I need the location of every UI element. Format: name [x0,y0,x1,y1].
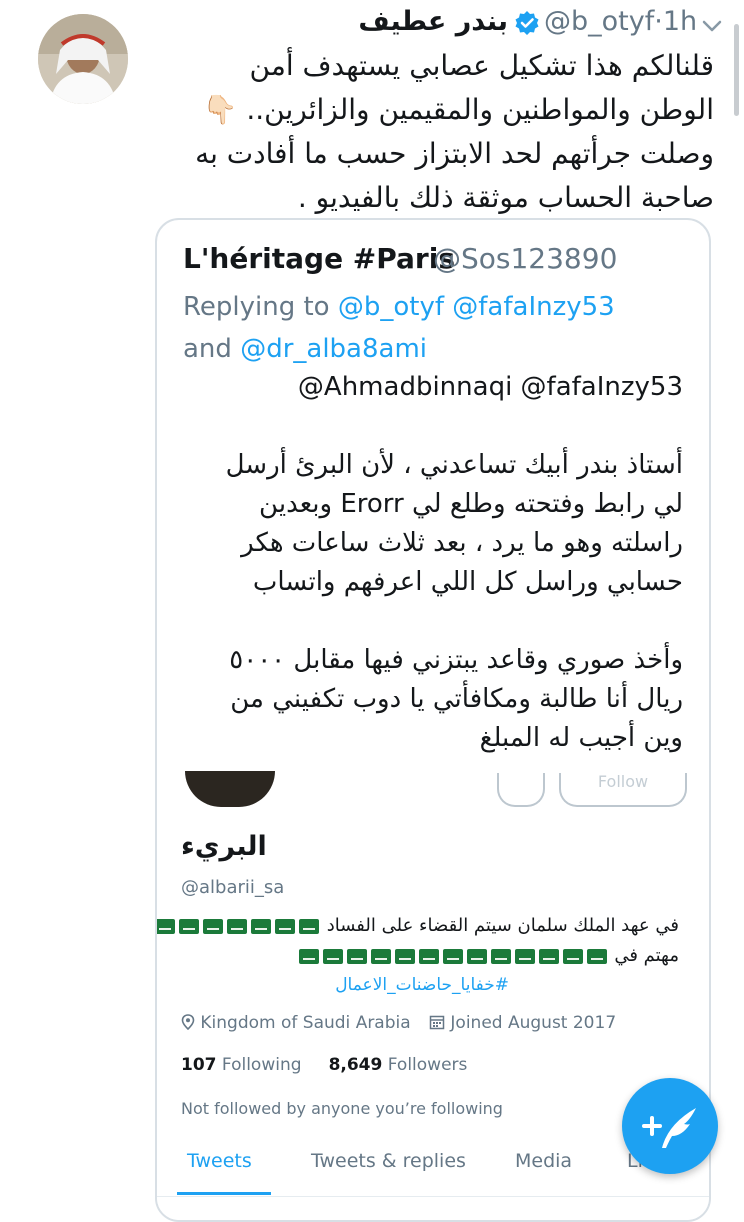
following-link[interactable]: 107 Following [181,1055,302,1075]
chevron-down-icon[interactable] [698,12,726,40]
tab-tweets[interactable]: Tweets [187,1150,252,1172]
profile-avatar [185,771,275,807]
flag-icon [418,948,439,964]
saudi-flag-icons [297,945,609,966]
flag-icon [179,918,200,934]
flag-icon [227,918,248,934]
flag-icon [203,918,224,934]
profile-name: البريء [181,831,267,862]
author-name[interactable]: بندر عطيف [358,6,508,37]
active-tab-indicator [177,1192,271,1195]
location-text: Kingdom of Saudi Arabia [200,1013,411,1033]
profile-hashtag-link[interactable]: #خفايا_حاضنات_الاعمال [335,975,509,995]
flag-icon [394,948,415,964]
quoted-author-handle[interactable]: @Sos123890 [433,242,617,275]
flag-icon [538,948,559,964]
compose-tweet-icon [622,1108,718,1178]
reply-mention-3[interactable]: @dr_alba8ami [240,334,427,364]
flag-icon [299,918,320,934]
following-label: Following [221,1055,302,1075]
author-avatar[interactable] [38,14,128,104]
author-handle[interactable]: @b_otyf [544,6,654,37]
following-count: 107 [181,1055,217,1075]
flag-icon [586,948,607,964]
bio-text-1: في عهد الملك سلمان سيتم القضاء على الفسا… [326,915,679,936]
message-button[interactable] [497,773,545,807]
flag-icon [514,948,535,964]
author-handle-time: @b_otyf·1h [544,6,697,37]
flag-icon [157,918,176,934]
followers-link[interactable]: 8,649 Followers [329,1055,468,1075]
quoted-mentions[interactable]: @Ahmadbinnaqi @fafaInzy53 [298,372,683,402]
reply-mention-1[interactable]: @b_otyf [338,292,444,322]
reply-mention-2[interactable]: @fafaInzy53 [452,292,614,322]
flag-icon [562,948,583,964]
meta-separator: · [654,6,663,37]
flag-icon [322,948,343,964]
compose-tweet-button[interactable] [622,1078,718,1174]
tab-tweets-replies[interactable]: Tweets & replies [311,1150,466,1172]
tab-media[interactable]: Media [515,1150,572,1172]
scrollbar[interactable] [734,24,739,116]
bio-text-2: مهتم في [614,945,679,966]
profile-location: Kingdom of Saudi Arabia [181,1013,411,1033]
quoted-tweet-card[interactable]: L'héritage #Paris @Sos123890 Replying to… [155,218,711,1222]
tweet-time[interactable]: 1h [663,6,697,37]
not-followed-note: Not followed by anyone you’re following [181,1099,503,1118]
flag-icon [442,948,463,964]
tweet-text: قلنالكم هذا تشكيل عصابي يستهدف أمن الوطن… [195,49,714,214]
followers-count: 8,649 [328,1055,383,1075]
calendar-icon [429,1013,450,1033]
follow-button[interactable]: Follow [559,773,687,807]
flag-icon [370,948,391,964]
profile-handle: @albarii_sa [181,877,285,898]
saudi-flag-icons [157,915,321,936]
joined-text: Joined August 2017 [450,1013,617,1033]
flag-icon [490,948,511,964]
profile-joined: Joined August 2017 [429,1013,616,1033]
profile-counts: 107 Following 8,649 Followers [181,1055,467,1075]
flag-icon [251,918,272,934]
verified-badge-icon [514,10,540,36]
quoted-author-name[interactable]: L'héritage #Paris [183,242,455,275]
flag-icon [466,948,487,964]
flag-icon [275,918,296,934]
replying-to-line: Replying to @b_otyf @fafaInzy53 and @dr_… [183,286,683,370]
location-pin-icon [181,1013,200,1033]
followers-label: Followers [387,1055,468,1075]
quoted-body-text: أستاذ بندر أبيك تساعدني ، لأن البرئ أرسل… [225,450,683,753]
flag-icon [298,948,319,964]
replying-prefix: Replying to [183,292,330,322]
profile-bio-line-2: مهتم في [297,945,679,966]
reply-and: and [183,334,232,364]
flag-icon [346,948,367,964]
profile-bio-line-1: في عهد الملك سلمان سيتم القضاء على الفسا… [157,915,679,936]
